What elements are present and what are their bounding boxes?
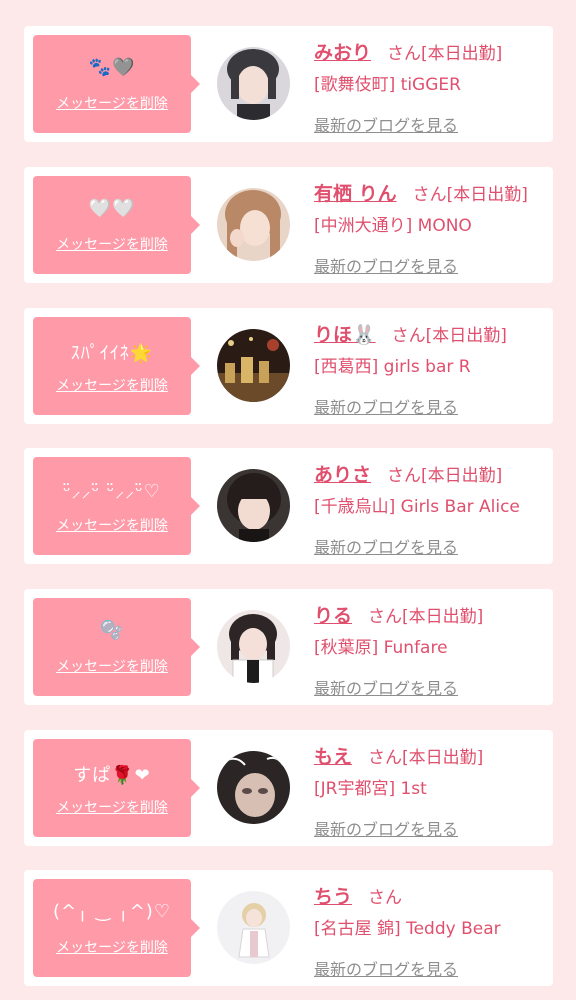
message-text: 🫧: [100, 620, 124, 641]
latest-blog-link[interactable]: 最新のブログを見る: [314, 534, 550, 558]
message-text: (^╷ ‿ ╷^)♡: [53, 901, 171, 922]
shop-name: [秋葉原] Funfare: [314, 638, 448, 658]
cast-name-link[interactable]: もえ: [314, 742, 352, 769]
message-bubble: (^╷ ‿ ╷^)♡ メッセージを削除: [33, 879, 200, 977]
avatar[interactable]: [217, 751, 290, 824]
message-card: 🫧 メッセージを削除 りる さん [本日出勤] [秋葉原] Funfare 最新…: [24, 589, 553, 705]
message-bubble: すぱ🌹❤ メッセージを削除: [33, 739, 200, 837]
message-card: ｽﾊﾟｲｲﾈ🌟 メッセージを削除 りほ🐰 さん [本日出勤] [西葛西] gir…: [24, 308, 553, 424]
shop-name: [中洲大通り] MONO: [314, 216, 472, 236]
delete-message-link[interactable]: メッセージを削除: [33, 93, 191, 113]
message-card: (^╷ ‿ ╷^)♡ メッセージを削除 ちう さん [名古屋 錦] Teddy …: [24, 870, 553, 986]
cast-name-link[interactable]: みおり: [314, 38, 371, 65]
delete-message-link[interactable]: メッセージを削除: [33, 515, 191, 535]
message-bubble: 🫧 メッセージを削除: [33, 598, 200, 696]
avatar[interactable]: [217, 329, 290, 402]
message-card: すぱ🌹❤ メッセージを削除 もえ さん [本日出勤] [JR宇都宮] 1st 最…: [24, 730, 553, 846]
status-badge: [本日出勤]: [425, 326, 507, 346]
honorific: さん: [368, 748, 403, 768]
avatar[interactable]: [217, 188, 290, 261]
avatar[interactable]: [217, 891, 290, 964]
message-text: すぱ🌹❤: [73, 765, 151, 786]
shop-name: [千歳烏山] Girls Bar Alice: [314, 497, 520, 517]
message-bubble: 🐾🩶 メッセージを削除: [33, 35, 200, 133]
cast-name-link[interactable]: ありさ: [314, 460, 371, 487]
message-text: ᵕ̈⸝⸝ᵕ̈ ᵕ̈⸝⸝ᵕ̈♡: [63, 481, 161, 502]
status-badge: [本日出勤]: [402, 607, 484, 627]
avatar[interactable]: [217, 469, 290, 542]
status-badge: [本日出勤]: [421, 44, 503, 64]
avatar[interactable]: [217, 610, 290, 683]
shop-name: [名古屋 錦] Teddy Bear: [314, 919, 501, 939]
delete-message-link[interactable]: メッセージを削除: [33, 375, 191, 395]
avatar[interactable]: [217, 47, 290, 120]
honorific: さん: [368, 888, 403, 908]
honorific: さん: [412, 185, 447, 205]
message-card: ᵕ̈⸝⸝ᵕ̈ ᵕ̈⸝⸝ᵕ̈♡ メッセージを削除 ありさ さん [本日出勤] [千…: [24, 448, 553, 564]
shop-name: [歌舞伎町] tiGGER: [314, 75, 461, 95]
delete-message-link[interactable]: メッセージを削除: [33, 234, 191, 254]
message-text: 🐾🩶: [88, 57, 136, 78]
delete-message-link[interactable]: メッセージを削除: [33, 656, 191, 676]
status-badge: [本日出勤]: [402, 748, 484, 768]
message-card: 🐾🩶 メッセージを削除 みおり さん [本日出勤] [歌舞伎町] tiGGER …: [24, 26, 553, 142]
honorific: さん: [368, 607, 403, 627]
shop-name: [JR宇都宮] 1st: [314, 779, 427, 799]
delete-message-link[interactable]: メッセージを削除: [33, 937, 191, 957]
latest-blog-link[interactable]: 最新のブログを見る: [314, 816, 550, 840]
message-text: 🤍🤍: [88, 198, 136, 219]
status-badge: [本日出勤]: [421, 466, 503, 486]
latest-blog-link[interactable]: 最新のブログを見る: [314, 394, 550, 418]
latest-blog-link[interactable]: 最新のブログを見る: [314, 675, 550, 699]
message-text: ｽﾊﾟｲｲﾈ🌟: [70, 343, 154, 364]
honorific: さん: [387, 44, 422, 64]
message-card: 🤍🤍 メッセージを削除 有栖 りん さん [本日出勤] [中洲大通り] MONO…: [24, 167, 553, 283]
cast-name-link[interactable]: 有栖 りん: [314, 179, 397, 206]
latest-blog-link[interactable]: 最新のブログを見る: [314, 253, 550, 277]
message-bubble: ｽﾊﾟｲｲﾈ🌟 メッセージを削除: [33, 317, 200, 415]
honorific: さん: [387, 466, 422, 486]
message-bubble: 🤍🤍 メッセージを削除: [33, 176, 200, 274]
cast-name-link[interactable]: りる: [314, 601, 352, 628]
honorific: さん: [391, 326, 426, 346]
delete-message-link[interactable]: メッセージを削除: [33, 797, 191, 817]
message-bubble: ᵕ̈⸝⸝ᵕ̈ ᵕ̈⸝⸝ᵕ̈♡ メッセージを削除: [33, 457, 200, 555]
latest-blog-link[interactable]: 最新のブログを見る: [314, 956, 550, 980]
cast-name-link[interactable]: ちう: [314, 882, 352, 909]
shop-name: [西葛西] girls bar R: [314, 357, 471, 377]
latest-blog-link[interactable]: 最新のブログを見る: [314, 112, 550, 136]
status-badge: [本日出勤]: [446, 185, 528, 205]
cast-name-link[interactable]: りほ🐰: [314, 320, 376, 347]
